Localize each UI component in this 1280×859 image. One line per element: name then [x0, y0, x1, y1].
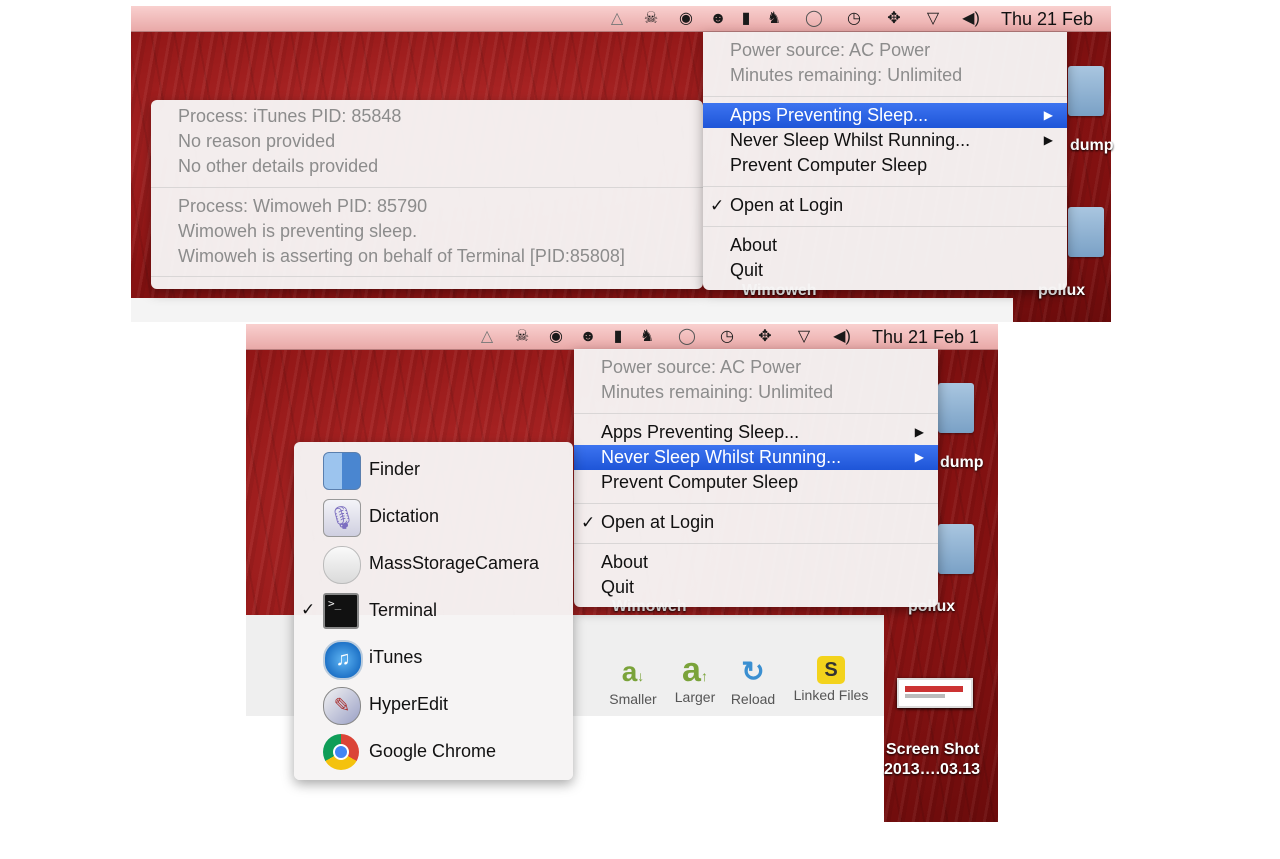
- hyperedit-icon: ✎: [323, 687, 361, 725]
- linked-files-button[interactable]: S Linked Files: [787, 656, 875, 703]
- app-item-terminal[interactable]: ✓ >_ Terminal: [294, 587, 573, 634]
- move-icon[interactable]: ✥: [752, 328, 778, 346]
- never-sleep-apps-submenu: Finder 🎙 Dictation MassStorageCamera ✓ >…: [294, 442, 573, 780]
- camera-icon: [323, 546, 361, 584]
- assertion-process-2: Process: Wimoweh PID: 85790: [178, 196, 428, 216]
- wimoweh-menu-bottom: Power source: AC Power Minutes remaining…: [574, 349, 938, 607]
- itunes-icon: ♫: [323, 640, 363, 680]
- lion-icon[interactable]: ☻: [706, 10, 730, 28]
- checkmark-icon: ✓: [710, 196, 725, 215]
- target-icon[interactable]: ◉: [674, 10, 698, 28]
- menu-separator: [151, 187, 703, 188]
- reload-icon: ↻: [741, 656, 765, 687]
- wifi-icon[interactable]: ▽: [919, 10, 947, 28]
- quit-item[interactable]: Quit: [574, 575, 938, 600]
- wifi-icon[interactable]: ▽: [790, 328, 818, 346]
- folder-icon[interactable]: [938, 383, 974, 433]
- text-smaller-icon: a↓: [621, 656, 645, 687]
- volume-icon[interactable]: ◀): [828, 328, 856, 346]
- submenu-arrow-icon: ▶: [1043, 133, 1053, 147]
- never-sleep-item[interactable]: Never Sleep Whilst Running... ▶: [574, 445, 938, 470]
- menubar-clock[interactable]: Thu 21 Feb: [1001, 10, 1093, 28]
- desktop-label-dump[interactable]: dump: [940, 454, 984, 472]
- folder-icon[interactable]: [1068, 207, 1104, 257]
- prevent-computer-sleep-item[interactable]: Prevent Computer Sleep: [574, 470, 938, 495]
- menu-separator: [574, 503, 938, 504]
- apps-preventing-sleep-item[interactable]: Apps Preventing Sleep... ▶: [574, 420, 938, 445]
- app-item-google-chrome[interactable]: Google Chrome: [294, 728, 573, 775]
- menu-separator: [574, 543, 938, 544]
- submenu-arrow-icon: ▶: [914, 450, 924, 464]
- target-icon[interactable]: ◉: [544, 328, 568, 346]
- quit-item[interactable]: Quit: [703, 258, 1067, 283]
- power-source-item: Power source: AC Power: [601, 357, 802, 377]
- never-sleep-item[interactable]: Never Sleep Whilst Running... ▶: [703, 128, 1067, 153]
- lion-icon[interactable]: ☻: [576, 328, 600, 346]
- chrome-icon: [323, 734, 359, 770]
- assertion-reason-2: Wimoweh is preventing sleep.: [178, 221, 418, 241]
- assertion-process-1: Process: iTunes PID: 85848: [178, 106, 402, 126]
- assertion-details-2: Wimoweh is asserting on behalf of Termin…: [178, 246, 625, 266]
- screenshot-thumbnail-icon[interactable]: [897, 678, 973, 708]
- menubar-bottom: △ ☠ ◉ ☻ ▮ ♞ ◯ ◷ ✥ ▽ ◀) Thu 21 Feb 1: [246, 324, 998, 350]
- folder-icon[interactable]: [938, 524, 974, 574]
- reload-button[interactable]: ↻ Reload: [726, 656, 780, 707]
- time-machine-icon[interactable]: ◷: [714, 328, 740, 346]
- menubar-clock[interactable]: Thu 21 Feb 1: [872, 328, 998, 346]
- menu-separator: [703, 96, 1067, 97]
- assertion-details-1: No other details provided: [178, 156, 379, 176]
- skull-icon[interactable]: ☠: [510, 328, 534, 346]
- volume-icon[interactable]: ◀): [957, 10, 985, 28]
- apps-preventing-sleep-submenu: Process: iTunes PID: 85848 No reason pro…: [151, 100, 703, 289]
- move-icon[interactable]: ✥: [881, 10, 907, 28]
- bookmark-icon[interactable]: ▮: [736, 10, 756, 28]
- apps-preventing-sleep-item[interactable]: Apps Preventing Sleep... ▶: [703, 103, 1067, 128]
- menu-separator: [703, 186, 1067, 187]
- desktop-label-screenshot[interactable]: Screen Shot: [886, 741, 979, 759]
- submenu-arrow-icon: ▶: [1043, 108, 1053, 122]
- smaller-button[interactable]: a↓ Smaller: [604, 656, 662, 707]
- minutes-remaining-item: Minutes remaining: Unlimited: [730, 65, 963, 85]
- chat-bubble-icon[interactable]: ◯: [801, 10, 827, 28]
- menu-separator: [703, 226, 1067, 227]
- submenu-arrow-icon: ▶: [914, 425, 924, 439]
- app-item-massstoragecamera[interactable]: MassStorageCamera: [294, 540, 573, 587]
- text-larger-icon: a↑: [682, 651, 708, 689]
- checkmark-icon: ✓: [301, 600, 316, 619]
- assertion-reason-1: No reason provided: [178, 131, 336, 151]
- time-machine-icon[interactable]: ◷: [841, 10, 867, 28]
- app-item-itunes[interactable]: ♫ iTunes: [294, 634, 573, 681]
- desktop-label-screenshot-date[interactable]: 2013….03.13: [884, 761, 980, 779]
- microphone-icon: 🎙: [323, 499, 361, 537]
- about-item[interactable]: About: [703, 233, 1067, 258]
- evernote-icon[interactable]: ♞: [763, 10, 785, 28]
- about-item[interactable]: About: [574, 550, 938, 575]
- app-item-finder[interactable]: Finder: [294, 446, 573, 493]
- google-drive-icon[interactable]: △: [476, 328, 498, 346]
- app-item-hyperedit[interactable]: ✎ HyperEdit: [294, 681, 573, 728]
- bookmark-icon[interactable]: ▮: [608, 328, 628, 346]
- finder-icon: [323, 452, 361, 490]
- checkmark-icon: ✓: [581, 513, 596, 532]
- app-item-dictation[interactable]: 🎙 Dictation: [294, 493, 573, 540]
- wimoweh-menu-top: Power source: AC Power Minutes remaining…: [703, 32, 1067, 290]
- desktop-label-dump[interactable]: dump: [1070, 137, 1114, 155]
- menu-separator: [574, 413, 938, 414]
- open-at-login-item[interactable]: ✓ Open at Login: [703, 193, 1067, 218]
- menubar-top: △ ☠ ◉ ☻ ▮ ♞ ◯ ◷ ✥ ▽ ◀) Thu 21 Feb: [131, 6, 1111, 32]
- linked-files-icon: S: [817, 656, 845, 684]
- chat-bubble-icon[interactable]: ◯: [674, 328, 700, 346]
- skull-icon[interactable]: ☠: [639, 10, 663, 28]
- menu-separator: [151, 276, 703, 277]
- window-strip: [131, 298, 1013, 322]
- evernote-icon[interactable]: ♞: [636, 328, 658, 346]
- open-at-login-item[interactable]: ✓ Open at Login: [574, 510, 938, 535]
- prevent-computer-sleep-item[interactable]: Prevent Computer Sleep: [703, 153, 1067, 178]
- folder-icon[interactable]: [1068, 66, 1104, 116]
- minutes-remaining-item: Minutes remaining: Unlimited: [601, 382, 834, 402]
- terminal-icon: >_: [323, 593, 359, 629]
- google-drive-icon[interactable]: △: [606, 10, 628, 28]
- power-source-item: Power source: AC Power: [730, 40, 931, 60]
- larger-button[interactable]: a↑ Larger: [667, 651, 723, 705]
